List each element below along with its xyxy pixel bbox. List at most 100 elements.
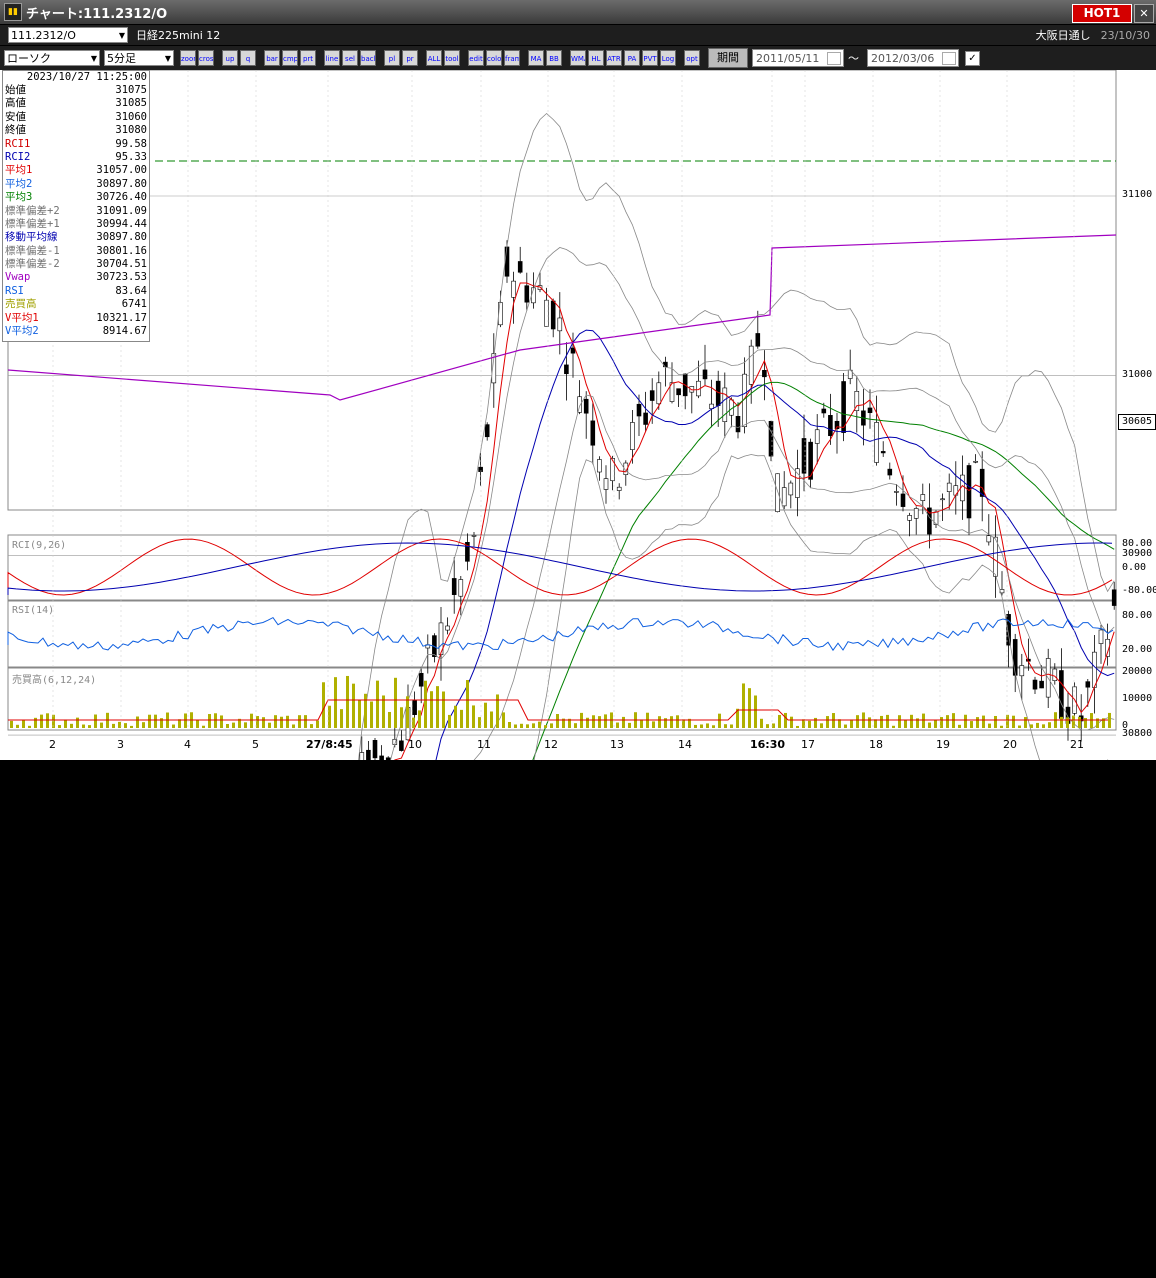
candle-body [762,369,767,378]
info-label: 安値 [5,110,26,123]
volume-bar [772,723,775,728]
volume-bar [658,716,661,728]
toolbar-color-button[interactable]: color [486,50,502,66]
candle-body [399,740,404,751]
interval-combo[interactable]: 5分足 ▼ [104,50,174,66]
toolbar-wma-button[interactable]: WMA [570,50,586,66]
toolbar-edit-button[interactable]: edit [468,50,484,66]
volume-bar [1042,724,1045,728]
toolbar-tool-button[interactable]: tool [444,50,460,66]
instrument-name: 日経225mini 12 [136,29,221,42]
candle-body [966,465,972,519]
candle-body [913,508,919,519]
toolbar-line-button[interactable]: line [324,50,340,66]
volume-bar [100,722,103,728]
volume-bar [442,691,445,728]
toolbar-back-button[interactable]: back [360,50,376,66]
candle-body [366,749,371,760]
candle-body [471,535,477,537]
toolbar-q-button[interactable]: q [240,50,256,66]
volume-bar [40,714,43,728]
toolbar-pl-button[interactable]: pl [384,50,400,66]
period-checkbox[interactable]: ✓ [965,50,980,66]
volume-bar [346,675,349,728]
candle-body [544,299,549,327]
toolbar-zoom-button[interactable]: zoom [180,50,196,66]
candle-body [1012,639,1018,676]
volume-bar [130,725,133,728]
candle-body [379,755,384,760]
close-button[interactable]: ✕ [1134,4,1154,23]
info-row: 平均3 30726.40 [3,191,149,204]
chart-toolbar: ローソク ▼ 5分足 ▼ zoomcrossupqbarcmpprtlinese… [0,46,1156,70]
candle-body [372,740,378,759]
candle-body [821,408,827,414]
chart-canvas[interactable] [0,70,1156,760]
vol-tick-label: 20000 [1122,666,1153,677]
info-value: 6741 [121,298,147,311]
x-axis-label: 13 [610,738,624,751]
info-value: 31060 [115,110,147,123]
dropdown-arrow-icon: ▼ [164,53,171,63]
info-label: 平均3 [5,191,33,204]
chart-type-combo[interactable]: ローソク ▼ [4,50,100,66]
toolbar-ma-button[interactable]: MA [528,50,544,66]
toolbar-all-button[interactable]: ALL [426,50,442,66]
volume-bar [154,714,157,728]
info-row: 平均2 30897.80 [3,178,149,191]
toolbar-opt-button[interactable]: opt [684,50,700,66]
toolbar-pr-button[interactable]: pr [402,50,418,66]
info-label: RCI1 [5,137,31,150]
candle-body [828,415,833,437]
symbol-combo[interactable]: 111.2312/O ▼ [8,27,128,43]
volume-panel-label: 売買高(6,12,24) [12,675,97,686]
info-label: 標準偏差+1 [5,217,60,230]
to-date-field[interactable]: 2012/03/06 [867,49,959,67]
info-row: 標準偏差+1 30994.44 [3,218,149,231]
volume-bar [802,719,805,728]
x-axis-label: 4 [184,738,191,751]
candle-body [597,459,602,473]
volume-bar [748,688,751,728]
toolbar-hl-button[interactable]: HL [588,50,604,66]
volume-bar [274,715,277,728]
toolbar-sel-button[interactable]: sel [342,50,358,66]
toolbar-pa-button[interactable]: PA [624,50,640,66]
info-value: 8914.67 [102,325,147,338]
toolbar-prt-button[interactable]: prt [300,50,316,66]
volume-bar [244,722,247,728]
toolbar-bb-button[interactable]: BB [546,50,562,66]
x-axis-label: 14 [678,738,692,751]
candle-body [880,451,886,454]
toolbar-atr-button[interactable]: ATR [606,50,622,66]
volume-bar [232,722,235,728]
volume-bar [400,707,403,728]
from-date-value: 2011/05/11 [756,51,820,65]
toolbar-up-button[interactable]: up [222,50,238,66]
volume-bar [934,719,937,728]
volume-bar [10,720,13,728]
toolbar-frame-button[interactable]: frame [504,50,520,66]
candle-body [973,460,978,463]
volume-bar [526,724,529,728]
candle-body [359,752,365,760]
toolbar-cross-button[interactable]: cross [198,50,214,66]
volume-bar [88,725,91,728]
candle-body [1111,589,1117,606]
toolbar-bar-button[interactable]: bar [264,50,280,66]
info-value: 30897.80 [96,231,147,244]
hot-button[interactable]: HOT1 [1072,4,1132,23]
volume-bar [808,720,811,728]
candle-body [478,466,483,472]
period-button[interactable]: 期間 [708,48,748,68]
volume-bar [598,716,601,728]
calendar-icon[interactable] [942,51,956,65]
volume-bar [1012,715,1015,728]
toolbar-cmp-button[interactable]: cmp [282,50,298,66]
toolbar-log-button[interactable]: Log [660,50,676,66]
from-date-field[interactable]: 2011/05/11 [752,49,844,67]
volume-bar [898,715,901,728]
toolbar-pvt-button[interactable]: PVT [642,50,658,66]
calendar-icon[interactable] [827,51,841,65]
volume-bar [262,717,265,728]
